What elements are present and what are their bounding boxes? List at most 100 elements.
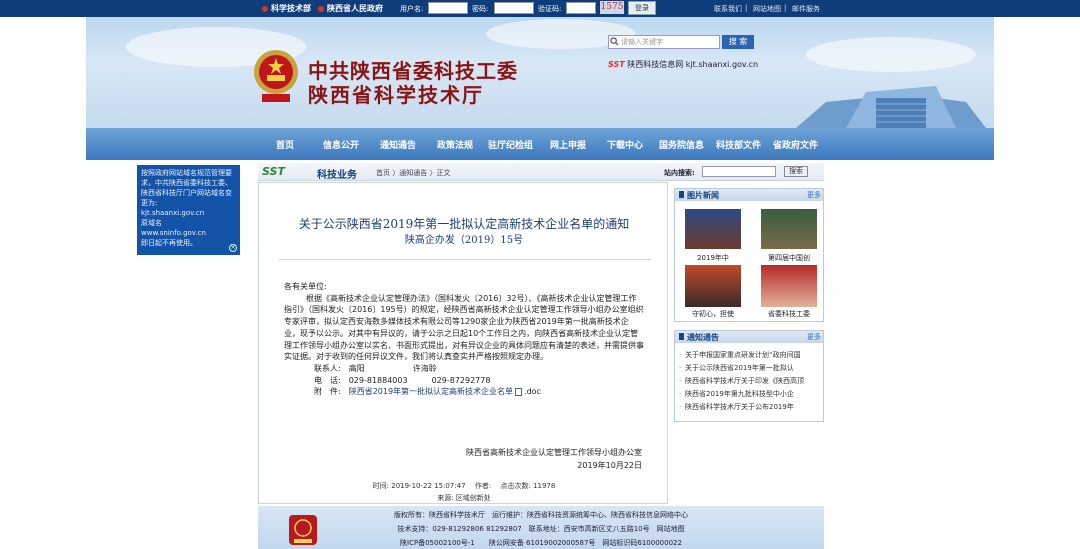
- notices-panel: 通知通告 更多 关于申报国家重点研发计划“政府间国 关于公示陕西省2019年第一…: [674, 330, 824, 422]
- source-label: 来源:: [437, 494, 454, 502]
- nav-item-most-docs[interactable]: 科技部文件: [716, 138, 761, 151]
- notice-text: 按照政府网站域名规范管理要求，中共陕西省委科技工委、陕西省科技厅门户网站域名变更…: [141, 169, 232, 207]
- captcha-image[interactable]: 1575: [600, 1, 624, 14]
- search-icon: [610, 37, 619, 46]
- clicks-value: 11978: [533, 482, 556, 490]
- nav-item-online-apply[interactable]: 网上申报: [550, 138, 586, 151]
- article-doc-number: 陕高企办发（2019）15号: [404, 235, 524, 246]
- news-photo[interactable]: [761, 209, 817, 249]
- red-dot-icon: [318, 5, 324, 12]
- nav-item-discipline[interactable]: 驻厅纪检组: [488, 138, 533, 151]
- top-link-shaanxi-gov[interactable]: 陕西省人民政府: [318, 3, 383, 14]
- contact-link[interactable]: 联系我们: [714, 4, 742, 14]
- nav-item-state-council[interactable]: 国务院信息: [659, 138, 704, 151]
- article-title: 关于公示陕西省2019年第一批拟认定高新技术企业名单的通知: [298, 217, 630, 231]
- username-input[interactable]: [428, 2, 468, 14]
- contact-label: 联系人:: [314, 363, 341, 373]
- article-body: 各有关单位: 根据《高新技术企业认定管理办法》（国科发火〔2016〕32号）、《…: [284, 281, 644, 398]
- phone-label: 电 话:: [314, 375, 341, 385]
- nav-item-info[interactable]: 信息公开: [323, 138, 359, 151]
- site-search-label: 站内搜索:: [664, 169, 695, 177]
- nav-item-province-docs[interactable]: 省政府文件: [773, 138, 818, 151]
- breadcrumb[interactable]: 首页 〉通知通告 〉正文: [376, 168, 450, 178]
- section-title: 科技业务: [317, 170, 357, 181]
- cloud-decoration: [806, 37, 976, 72]
- list-item[interactable]: 陕西省2019年第九批科技型中小企: [675, 388, 823, 401]
- site-search-button[interactable]: 搜索: [784, 166, 808, 177]
- time-label: 时间:: [372, 482, 390, 490]
- phone-line: 电 话: 029-81884003 029-87292778: [284, 375, 644, 387]
- site-search-input[interactable]: [702, 166, 776, 177]
- section-header: SST 科技业务 首页 〉通知通告 〉正文 站内搜索: 搜索: [258, 163, 824, 181]
- footer-icp: 陕ICP备05002100号-1 陕公网安备 61019002000587号 网…: [400, 539, 682, 547]
- attachment-label: 附 件:: [314, 387, 341, 397]
- attachment-file-icon: [515, 387, 523, 396]
- notices-more-link[interactable]: 更多: [807, 332, 821, 342]
- notices-header: 通知通告 更多: [675, 331, 823, 343]
- national-emblem-icon: [254, 50, 298, 102]
- login-button[interactable]: 登录: [628, 1, 656, 15]
- password-label: 密码:: [472, 5, 489, 13]
- contact-line: 联系人: 高阳 许海聆: [284, 363, 644, 375]
- photo-news-panel: 图片新闻 更多 2019年中 第四届中国创 守初心，担使 省委科技工委: [674, 188, 824, 322]
- section-marker-icon: [679, 333, 684, 340]
- photo-caption[interactable]: 守初心，担使: [681, 309, 745, 319]
- org-title-2: 陕西省科学技术厅: [308, 83, 484, 107]
- photo-caption[interactable]: 省委科技工委: [757, 309, 821, 319]
- photo-news-header: 图片新闻 更多: [675, 189, 823, 201]
- page-footer: 版权所有：陕西省科学技术厅 运行维护：陕西省科技资源统筹中心、陕西省科技信息网络…: [258, 506, 824, 549]
- sitemap-link[interactable]: 网站地图: [753, 4, 781, 14]
- footer-support: 技术支持：029-81292806 81292807 联系地址：西安市高新区丈八…: [397, 525, 685, 533]
- notice-old-domain: www.sninfo.gov.cn: [141, 229, 206, 237]
- top-link-most[interactable]: 科学技术部: [262, 3, 311, 14]
- attachment-link[interactable]: 陕西省2019年第一批拟认定高新技术企业名单: [349, 387, 513, 396]
- news-photo[interactable]: [685, 209, 741, 249]
- password-input[interactable]: [494, 2, 534, 14]
- time-value: 2019-10-22 15:07:47: [391, 482, 466, 490]
- notices-title: 通知通告: [687, 333, 719, 342]
- author-label: 作者:: [474, 482, 492, 490]
- article-meta: 时间: 2019-10-22 15:07:47 作者: 点击次数: 11978: [259, 481, 669, 491]
- list-item[interactable]: 关于公示陕西省2019年第一批拟认: [675, 362, 823, 375]
- signoff-date: 2019年10月22日: [577, 461, 642, 470]
- notice-footer: 即日起不再使用。: [141, 239, 197, 247]
- captcha-label: 验证码:: [538, 5, 562, 13]
- photo-caption[interactable]: 第四届中国创: [757, 253, 821, 263]
- close-icon[interactable]: ×: [229, 244, 237, 252]
- divider: |: [745, 4, 748, 12]
- username-label: 用户名:: [400, 5, 424, 13]
- photo-news-title: 图片新闻: [687, 191, 719, 200]
- nav-item-policy[interactable]: 政策法规: [437, 138, 473, 151]
- footer-copyright: 版权所有：陕西省科学技术厅 运行维护：陕西省科技资源统筹中心、陕西省科技信息网络…: [394, 511, 688, 519]
- nav-item-home[interactable]: 首页: [276, 138, 294, 151]
- greeting: 各有关单位:: [284, 282, 327, 291]
- photo-caption[interactable]: 2019年中: [681, 253, 745, 263]
- clicks-label: 点击次数:: [500, 482, 531, 490]
- divider: |: [784, 4, 787, 12]
- mail-link[interactable]: 邮件服务: [792, 4, 820, 14]
- header-search-button[interactable]: 搜 索: [722, 35, 754, 49]
- notices-list: 关于申报国家重点研发计划“政府间国 关于公示陕西省2019年第一批拟认 陕西省科…: [675, 343, 823, 414]
- photo-news-more-link[interactable]: 更多: [807, 190, 821, 200]
- news-photo[interactable]: [685, 265, 741, 307]
- section-marker-icon: [679, 191, 684, 198]
- nav-item-notices[interactable]: 通知通告: [380, 138, 416, 151]
- sst-site-text: 陕西科技信息网 kjt.shaanxi.gov.cn: [627, 60, 759, 69]
- red-dot-icon: [262, 5, 268, 12]
- nav-item-downloads[interactable]: 下载中心: [607, 138, 643, 151]
- source-value: 区域创新处: [455, 494, 491, 502]
- sst-site-logo[interactable]: SST 陕西科技信息网 kjt.shaanxi.gov.cn: [608, 59, 758, 70]
- list-item[interactable]: 关于申报国家重点研发计划“政府间国: [675, 349, 823, 362]
- attachment-line: 附 件: 陕西省2019年第一批拟认定高新技术企业名单 .doc: [284, 386, 644, 398]
- notice-new-domain[interactable]: kjt.shaanxi.gov.cn: [141, 208, 236, 218]
- top-bar: 科学技术部 陕西省人民政府 用户名: 密码: 验证码: 1575 登录 联系我们…: [0, 0, 1080, 17]
- list-item[interactable]: 陕西省科学技术厅关于印发《陕西高顶: [675, 375, 823, 388]
- captcha-input[interactable]: [566, 2, 596, 14]
- sst-badge: SST: [262, 165, 285, 178]
- article-source: 来源: 区域创新处: [259, 493, 669, 503]
- notice-old-label: 原域名: [141, 219, 162, 227]
- list-item[interactable]: 陕西省科学技术厅关于公布2019年: [675, 401, 823, 414]
- news-photo[interactable]: [761, 265, 817, 307]
- contact-names: 高阳 许海聆: [348, 363, 437, 373]
- header-search-input[interactable]: 请输入关键字: [608, 35, 720, 49]
